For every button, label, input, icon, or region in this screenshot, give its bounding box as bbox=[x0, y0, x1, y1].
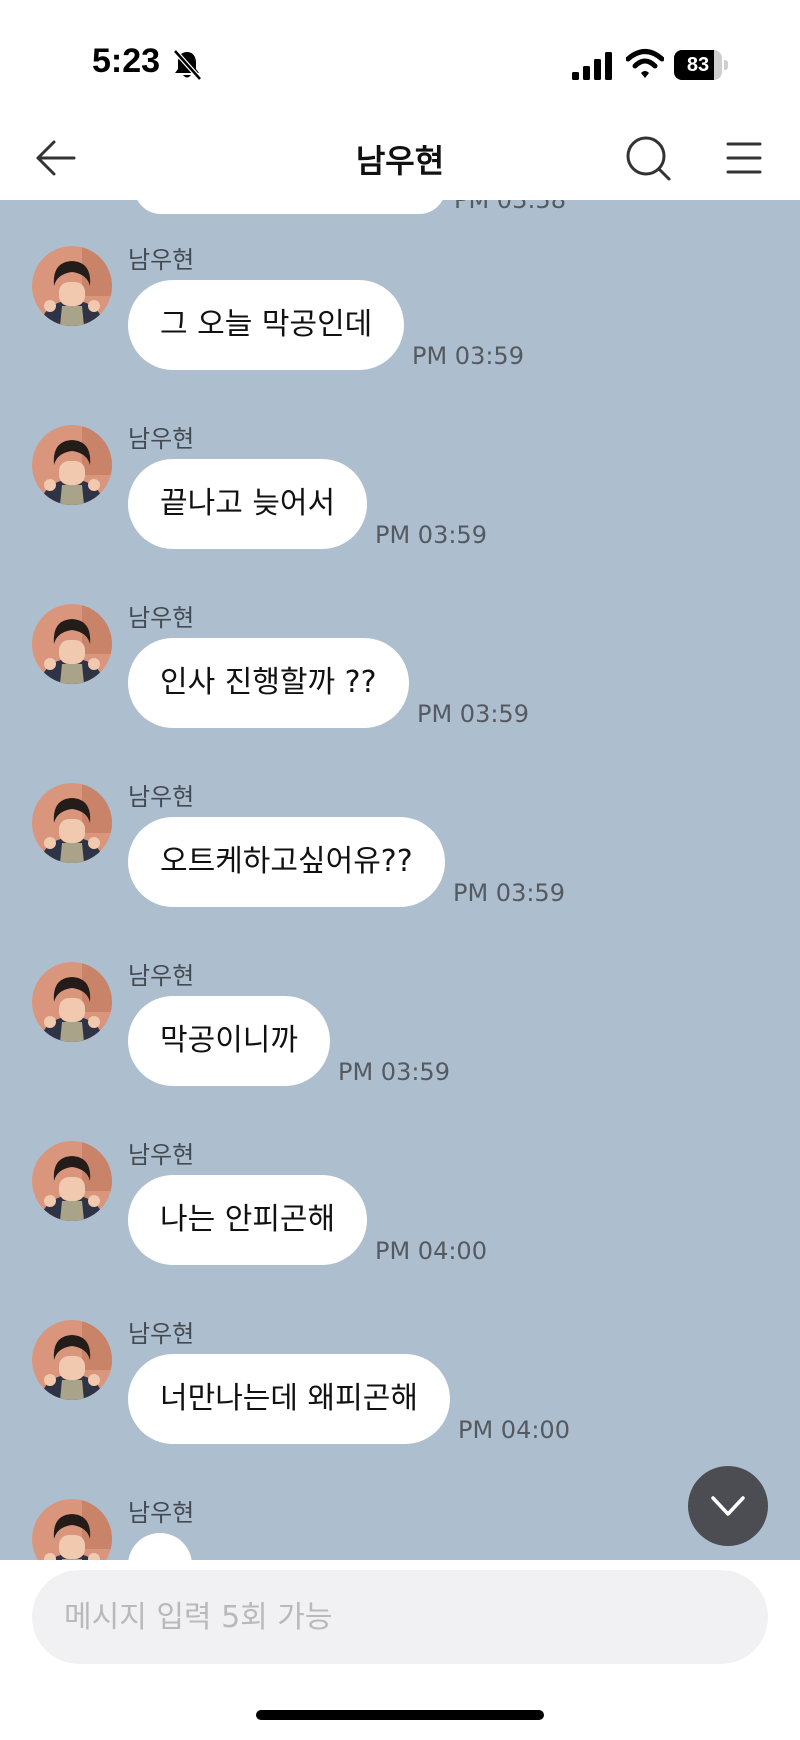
message-bubble[interactable]: 그 오늘 막공인데 bbox=[128, 280, 405, 370]
message-time: PM 03:59 bbox=[417, 700, 529, 728]
message-row: 남우현 bbox=[0, 1493, 800, 1560]
message-row: 남우현끝나고 늦어서 PM 03:59 bbox=[0, 419, 800, 579]
avatar[interactable] bbox=[32, 1141, 112, 1221]
avatar[interactable] bbox=[32, 1320, 112, 1400]
home-indicator bbox=[256, 1710, 544, 1720]
message-input-area bbox=[0, 1560, 800, 1740]
message-bubble[interactable]: 막공이니까 bbox=[128, 996, 330, 1086]
message-time: PM 03:59 bbox=[338, 1058, 450, 1086]
sender-name: 남우현 bbox=[128, 425, 195, 453]
message-time: PM 03:58 bbox=[454, 200, 566, 214]
message-bubble[interactable]: 너만나는데 왜피곤해 bbox=[128, 1354, 450, 1444]
message-time: PM 03:59 bbox=[375, 521, 487, 549]
avatar[interactable] bbox=[32, 962, 112, 1042]
battery-indicator: 83 bbox=[674, 50, 728, 80]
message-row: 남우현막공이니까 PM 03:59 bbox=[0, 956, 800, 1116]
message-bubble[interactable]: 나는 안피곤해 bbox=[128, 1175, 368, 1265]
avatar[interactable] bbox=[32, 604, 112, 684]
sender-name: 남우현 bbox=[128, 783, 195, 811]
avatar[interactable] bbox=[32, 246, 112, 326]
bell-mute-icon bbox=[173, 49, 202, 81]
avatar[interactable] bbox=[32, 783, 112, 863]
sender-name: 남우현 bbox=[128, 1141, 195, 1169]
cellular-signal-icon bbox=[572, 52, 612, 80]
chat-header: 남우현 bbox=[0, 120, 800, 200]
battery-percentage: 83 bbox=[686, 54, 710, 76]
message-input[interactable] bbox=[32, 1570, 768, 1664]
message-bubble[interactable]: 끝나고 늦어서 bbox=[128, 459, 368, 549]
scroll-to-bottom-button[interactable] bbox=[688, 1466, 768, 1546]
sender-name: 남우현 bbox=[128, 246, 195, 274]
wifi-icon bbox=[626, 49, 664, 78]
menu-icon[interactable] bbox=[724, 138, 764, 178]
chat-messages[interactable]: PM 03:58 남우현 그 오늘 막공인데 PM 03:59 남우현 끝나고 늦어서… bbox=[0, 200, 800, 1560]
sender-name: 남우현 bbox=[128, 1320, 195, 1348]
search-icon[interactable] bbox=[624, 134, 672, 182]
avatar[interactable] bbox=[32, 1499, 112, 1560]
message-time: PM 04:00 bbox=[375, 1237, 487, 1265]
message-bubble[interactable]: 오트케하고싶어유?? bbox=[128, 817, 445, 907]
chat-title: 남우현 bbox=[355, 142, 445, 180]
message-row: 남우현너만나는데 왜피곤해 PM 04:00 bbox=[0, 1314, 800, 1474]
message-row: 남우현인사 진행할까 ?? PM 03:59 bbox=[0, 598, 800, 758]
status-bar: 5:23 83 bbox=[0, 0, 800, 120]
message-bubble-partial[interactable] bbox=[134, 200, 446, 214]
sender-name: 남우현 bbox=[128, 962, 195, 990]
chevron-down-icon bbox=[711, 1496, 745, 1516]
message-row: 남우현오트케하고싶어유?? PM 03:59 bbox=[0, 777, 800, 937]
status-time: 5:23 bbox=[92, 42, 161, 80]
message-time: PM 03:59 bbox=[412, 342, 524, 370]
avatar[interactable] bbox=[32, 425, 112, 505]
message-row: 남우현그 오늘 막공인데 PM 03:59 bbox=[0, 240, 800, 400]
sender-name: 남우현 bbox=[128, 604, 195, 632]
message-time: PM 04:00 bbox=[458, 1416, 570, 1444]
message-bubble[interactable]: 인사 진행할까 ?? bbox=[128, 638, 409, 728]
message-bubble[interactable] bbox=[128, 1533, 192, 1560]
sender-name: 남우현 bbox=[128, 1499, 195, 1527]
message-row: 남우현나는 안피곤해 PM 04:00 bbox=[0, 1135, 800, 1295]
message-time: PM 03:59 bbox=[453, 879, 565, 907]
